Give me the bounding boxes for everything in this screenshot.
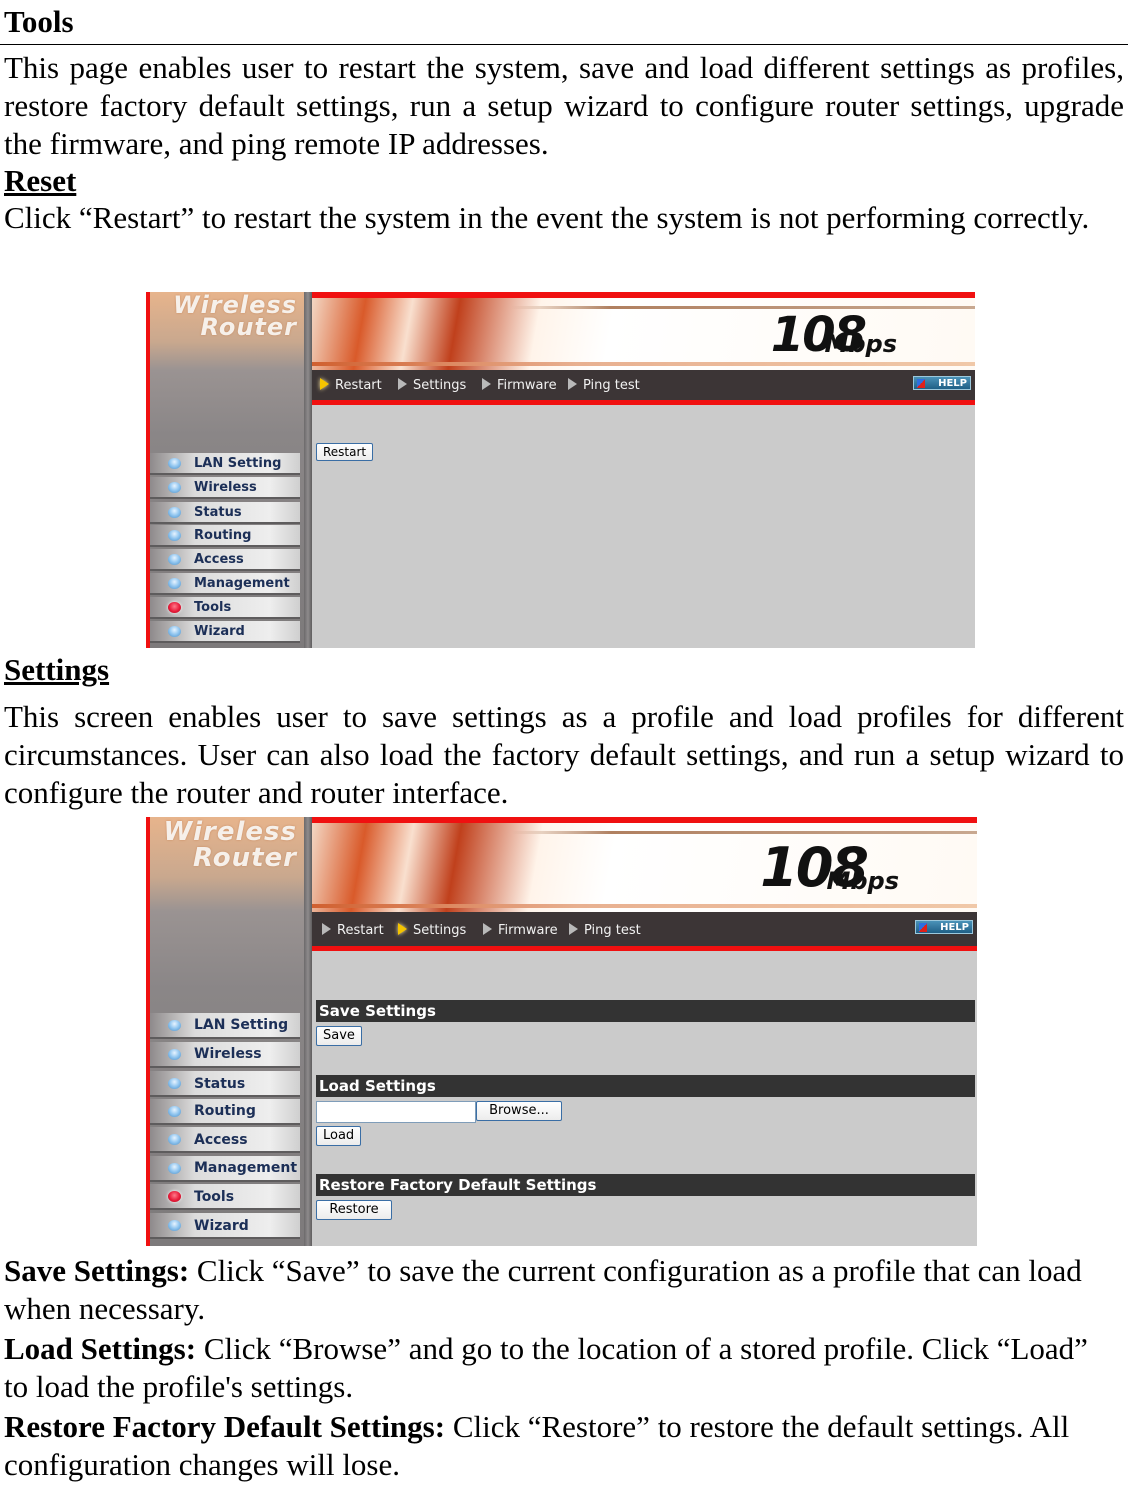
help-button[interactable]: HELP [915,920,973,934]
help-button[interactable]: HELP [913,376,971,390]
nav-restart[interactable]: Restart [320,378,382,394]
banner: 108 Mbps [312,292,975,370]
sidebar-item-access[interactable]: Access [150,549,300,571]
save-settings-header: Save Settings [316,1000,975,1022]
restore-button[interactable]: Restore [316,1200,392,1220]
sidebar-item-wireless[interactable]: Wireless [150,477,300,499]
sidebar-item-lan-setting[interactable]: LAN Setting [150,453,300,475]
bullet-icon [168,530,181,541]
nav-ping-test[interactable]: Ping test [568,378,640,394]
settings-heading: Settings [4,652,110,687]
content-area: Save Settings Save Load Settings Browse.… [312,951,977,1246]
active-bullet-icon [168,1191,181,1202]
restore-defaults-header: Restore Factory Default Settings [316,1174,975,1196]
intro-paragraph: This page enables user to restart the sy… [4,50,1124,161]
bullet-icon [168,626,181,637]
nav-settings[interactable]: Settings [398,378,466,394]
nav-restart[interactable]: Restart [322,923,384,939]
load-settings-header: Load Settings [316,1075,975,1097]
help-icon [917,379,925,388]
router-screenshot-settings: Wireless Router 108 Mbps Restart Settings… [146,817,977,1246]
bullet-icon [168,507,181,518]
restart-button[interactable]: Restart [316,443,374,461]
bullet-icon [168,578,181,589]
content-area: Restart [312,405,975,648]
nav-firmware[interactable]: Firmware [482,378,557,394]
sidebar-item-wireless[interactable]: Wireless [150,1042,300,1068]
bullet-icon [168,1134,181,1145]
sidebar-item-wizard[interactable]: Wizard [150,621,300,643]
load-button[interactable]: Load [316,1126,362,1146]
load-settings-description: Load Settings: Click “Browse” and go to … [4,1331,1088,1404]
play-arrow-icon [322,923,331,935]
banner: 108 Mbps [312,817,977,912]
sidebar-item-status[interactable]: Status [150,502,300,524]
sidebar-item-tools[interactable]: Tools [150,1184,300,1210]
bullet-icon [168,554,181,565]
play-arrow-icon [483,923,492,935]
bullet-icon [168,458,181,469]
document: Tools This page enables user to restart … [0,0,1128,237]
nav-ping-test[interactable]: Ping test [569,923,641,939]
bullet-icon [168,1078,181,1089]
sidebar-item-management[interactable]: Management [150,573,300,595]
restore-settings-description: Restore Factory Default Settings: Click … [4,1409,1070,1482]
sidebar-item-routing[interactable]: Routing [150,1099,300,1125]
bullet-icon [168,1220,181,1231]
speed-unit: Mbps [824,330,897,358]
speed-unit: Mbps [826,867,899,895]
profile-file-input[interactable] [316,1101,476,1123]
sidebar-item-tools[interactable]: Tools [150,597,300,619]
play-arrow-icon [398,378,407,390]
bullet-icon [168,1049,181,1060]
browse-button[interactable]: Browse... [476,1101,562,1121]
reset-heading: Reset [4,163,77,198]
top-nav: Restart Settings Firmware Ping test HELP [312,370,975,405]
settings-paragraph: This screen enables user to save setting… [4,699,1124,810]
sidebar-item-routing[interactable]: Routing [150,525,300,547]
play-arrow-icon [320,378,329,390]
wireless-router-logo: Wireless Router [163,817,297,873]
nav-settings[interactable]: Settings [398,923,466,939]
sidebar-item-status[interactable]: Status [150,1071,300,1097]
top-nav: Restart Settings Firmware Ping test HELP [312,912,977,951]
save-settings-description: Save Settings: Click “Save” to save the … [4,1253,1082,1326]
nav-firmware[interactable]: Firmware [483,923,558,939]
sidebar-item-access[interactable]: Access [150,1127,300,1153]
bullet-icon [168,1020,181,1031]
sidebar-item-wizard[interactable]: Wizard [150,1213,300,1239]
page-title: Tools [0,0,1128,45]
sidebar-item-lan-setting[interactable]: LAN Setting [150,1013,300,1039]
help-icon [919,923,927,932]
save-button[interactable]: Save [316,1026,362,1046]
sidebar-item-management[interactable]: Management [150,1156,300,1182]
bullet-icon [168,1106,181,1117]
play-arrow-icon [482,378,491,390]
bullet-icon [168,482,181,493]
play-arrow-icon [568,378,577,390]
play-arrow-icon [569,923,578,935]
active-bullet-icon [168,602,181,613]
reset-paragraph: Click “Restart” to restart the system in… [4,200,1090,235]
router-screenshot-restart: Wireless Router 108 Mbps Restart Settings… [146,292,975,648]
wireless-router-logo: Wireless Router [173,292,297,341]
play-arrow-icon [398,923,407,935]
bullet-icon [168,1163,181,1174]
